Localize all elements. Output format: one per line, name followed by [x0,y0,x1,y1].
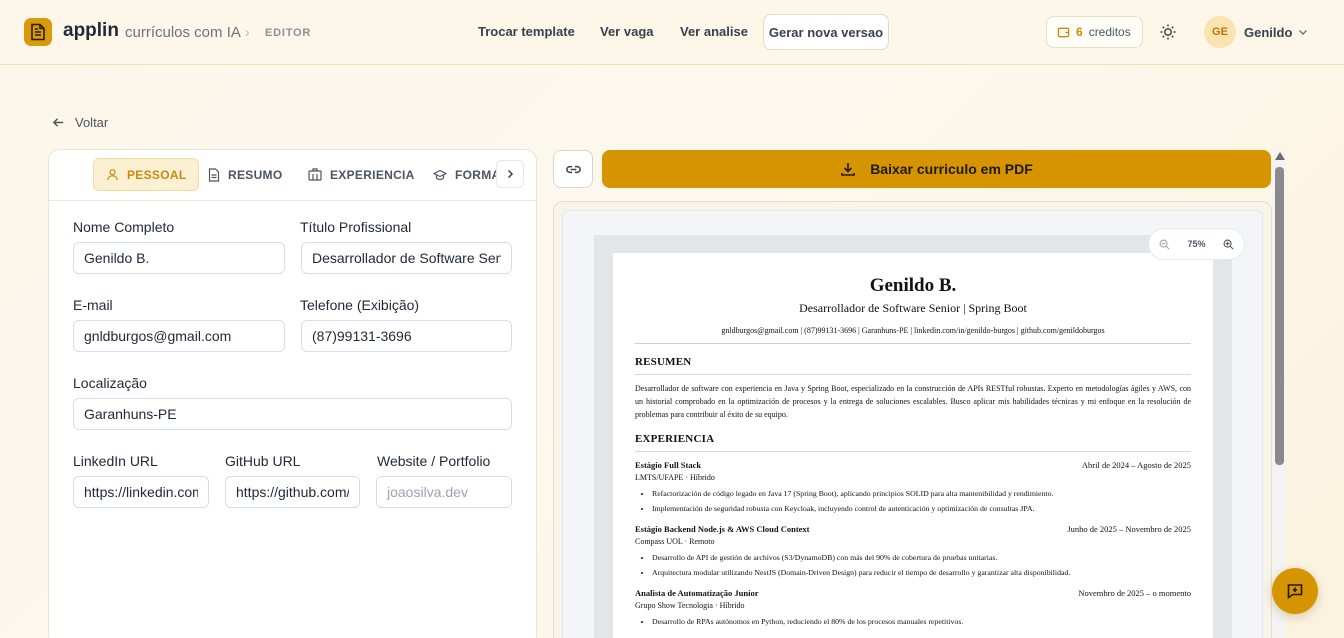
resume-summary-heading: RESUMEN [635,356,1191,375]
top-header: applin currículos com IA › EDITOR Trocar… [0,0,1344,65]
form-panel: PESSOAL RESUMO EXPERIENCIA FORMA Nome Co… [48,149,537,638]
job-title-input[interactable] [301,242,512,274]
sun-icon[interactable] [1159,23,1177,41]
resume-contact: gnldburgos@gmail.com | (87)99131-3696 | … [635,326,1191,344]
breadcrumb-chevron-icon: › [245,24,250,40]
credits-badge[interactable]: 6 creditos [1046,16,1143,48]
resume-job: Estágio Full Stack Abril de 2024 – Agost… [635,460,1191,516]
full-name-input[interactable] [73,242,285,274]
email-field[interactable] [73,320,285,352]
view-job-link[interactable]: Ver vaga [600,24,654,39]
brand-name[interactable]: applin [63,20,119,42]
link-icon [565,165,581,173]
chevron-down-icon[interactable] [1297,26,1309,38]
credits-count: 6 [1076,25,1083,39]
github-field[interactable] [225,476,360,508]
job-dates: Abril de 2024 – Agosto de 2025 [1081,460,1191,470]
job-bullet: Arquitectura modular utilizando NestJS (… [652,566,1191,581]
location-field[interactable] [73,398,512,430]
breadcrumb: EDITOR [265,27,312,39]
tab-label: EXPERIENCIA [330,167,415,182]
zoom-out-icon[interactable] [1159,239,1170,250]
building-icon [308,168,322,181]
user-name[interactable]: Genildo [1244,25,1292,40]
view-analysis-link[interactable]: Ver analise [680,24,748,39]
change-template-link[interactable]: Trocar template [478,24,575,39]
chat-button[interactable] [1272,568,1318,614]
tab-label: PESSOAL [127,167,187,182]
resume-page: Genildo B. Desarrollador de Software Sen… [613,253,1213,638]
scrollbar-thumb[interactable] [1275,167,1284,465]
website-label: Website / Portfolio [377,453,491,469]
job-company: LMTS/UFAPE · Híbrido [635,473,715,482]
job-bullet: Implementación de seguridad robusta con … [652,502,1191,517]
job-company: Grupo Show Tecnologia · Híbrido [635,601,745,610]
credits-label: creditos [1088,25,1131,39]
location-label: Localização [73,375,147,391]
email-label: E-mail [73,297,113,313]
resume-name: Genildo B. [869,275,957,296]
job-bullet: Desarrollo de RPAs autónomos en Python, … [652,615,1191,630]
back-button[interactable]: Voltar [52,115,108,130]
job-bullet: Refactorización de código legado en Java… [652,487,1191,502]
github-label: GitHub URL [225,453,301,469]
chevron-right-icon [507,169,514,179]
user-icon [107,169,118,181]
scroll-up-arrow-icon[interactable] [1275,152,1285,160]
chat-plus-icon [1287,584,1303,599]
resume-summary: Desarrollador de software con experienci… [635,384,1191,419]
resume-job: Analista de Automatização Junior Novembr… [635,588,1191,630]
tab-summary[interactable]: RESUMO [196,158,294,191]
wallet-icon [1057,27,1070,37]
job-title-label: Título Profissional [300,219,412,235]
resume-role: Desarrollador de Software Senior | Sprin… [799,301,1027,315]
zoom-control: 75% [1148,228,1245,260]
logo-icon[interactable] [24,18,52,46]
full-name-label: Nome Completo [73,219,175,235]
job-company: Compass UOL · Remoto [635,537,715,546]
linkedin-field[interactable] [73,476,209,508]
back-label: Voltar [75,115,109,130]
tab-label: RESUMO [228,167,283,182]
tab-personal[interactable]: PESSOAL [93,158,200,191]
job-bullet: Desarrollo de API de gestión de archivos… [652,551,1191,566]
tabs-next-button[interactable] [496,160,524,188]
resume-job: Estágio Backend Node.js & AWS Cloud Cont… [635,524,1191,580]
phone-label: Telefone (Exibição) [300,297,420,313]
tab-label: FORMA [455,167,501,182]
brand-tagline: currículos com IA [125,24,241,41]
avatar[interactable]: GE [1204,16,1236,48]
section-tabs: PESSOAL RESUMO EXPERIENCIA FORMA [49,150,536,201]
resume-experience-heading: EXPERIENCIA [635,433,1191,452]
tab-experience[interactable]: EXPERIENCIA [296,158,427,191]
graduation-cap-icon [433,169,447,180]
arrow-left-icon [52,118,64,127]
phone-field[interactable] [301,320,512,352]
zoom-level: 75% [1187,239,1206,249]
job-dates: Novembro de 2025 – o momento [1078,588,1191,598]
download-pdf-label: Baixar curriculo em PDF [870,161,1033,177]
generate-new-version-button[interactable]: Gerar nova versao [763,14,889,50]
copy-link-button[interactable] [553,150,593,188]
job-title: Analista de Automatização Junior [635,588,759,598]
zoom-in-icon[interactable] [1223,239,1234,250]
job-title: Estágio Backend Node.js & AWS Cloud Cont… [635,524,810,534]
job-title: Estágio Full Stack [635,460,702,470]
download-pdf-button[interactable]: Baixar curriculo em PDF [602,150,1271,188]
download-icon [841,163,855,176]
job-dates: Junho de 2025 – Novembro de 2025 [1067,524,1191,534]
website-field[interactable] [376,476,512,508]
linkedin-label: LinkedIn URL [73,453,158,469]
document-icon [208,167,220,182]
